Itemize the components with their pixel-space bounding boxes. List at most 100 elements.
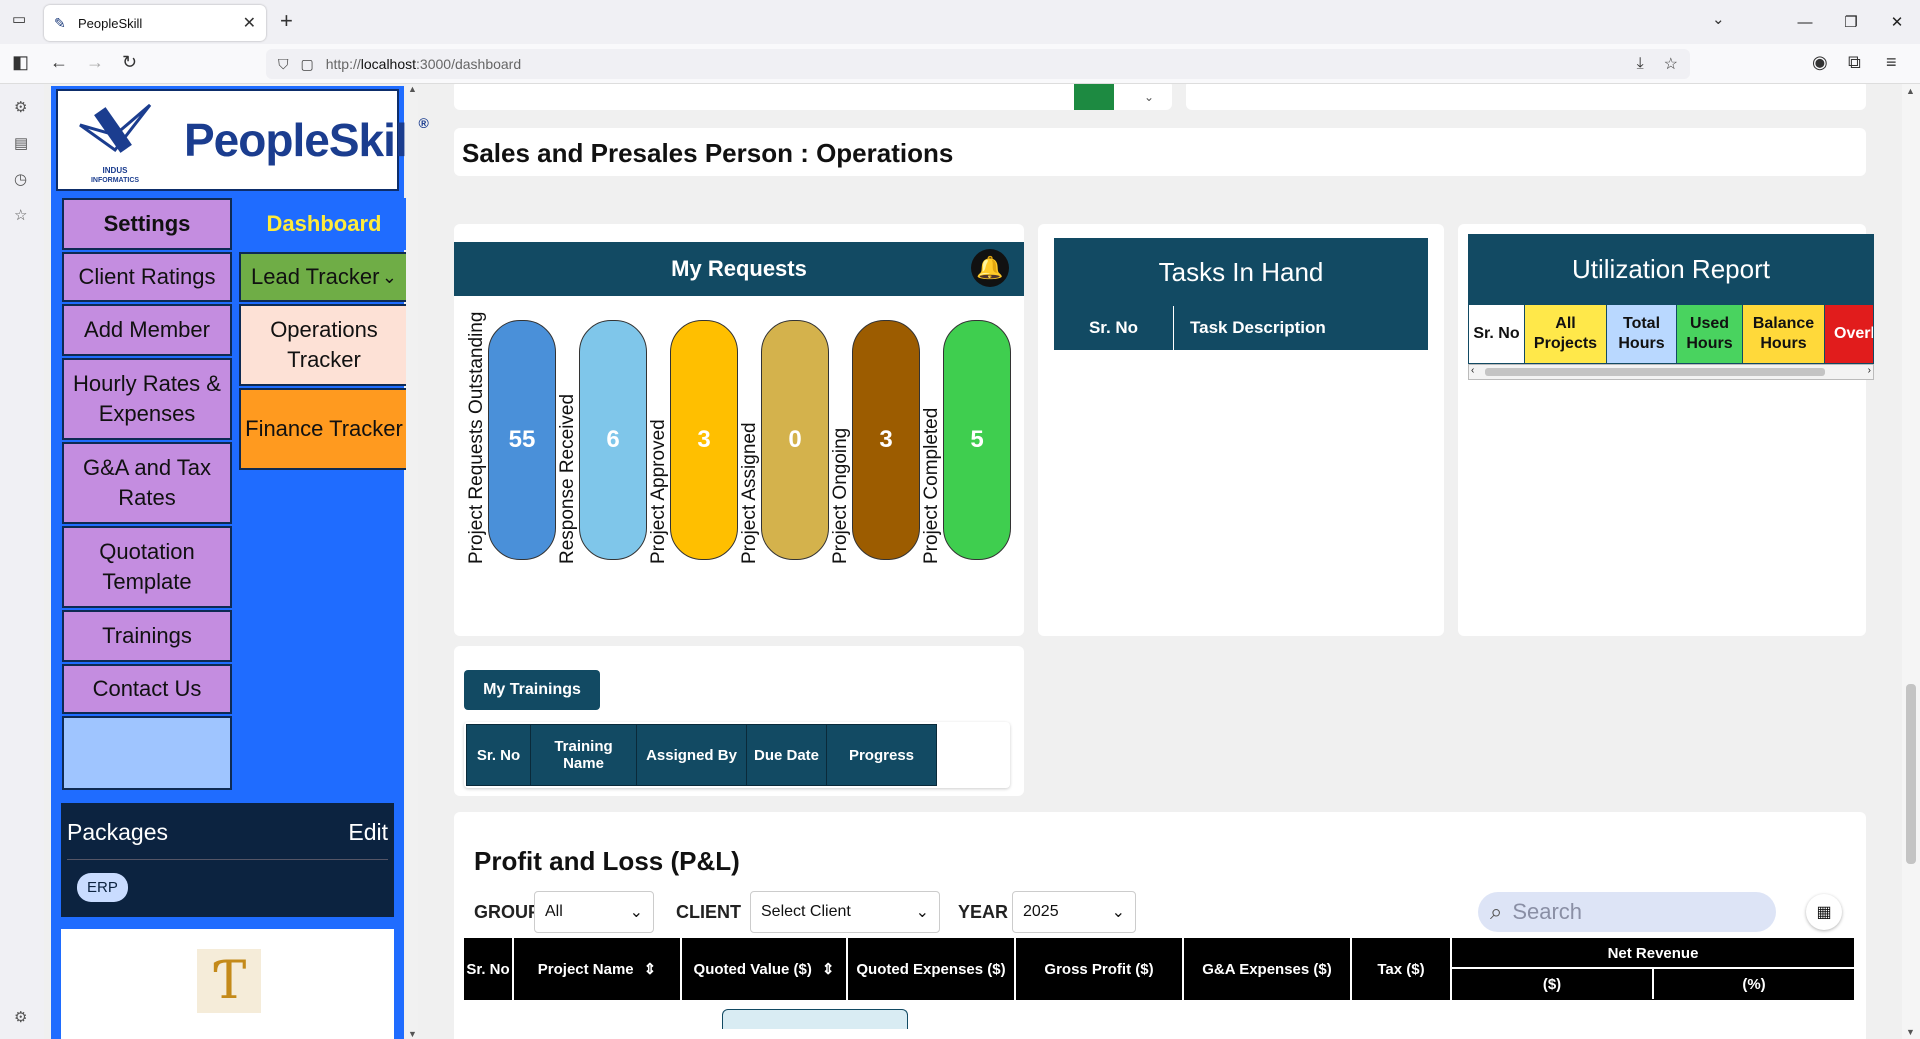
utilization-column-header: Overl: [1825, 305, 1873, 363]
svg-text:INFORMATICS: INFORMATICS: [91, 177, 139, 184]
client-label: CLIENT: [676, 902, 741, 922]
nav-client-ratings[interactable]: Client Ratings: [62, 252, 232, 302]
trainings-column-header: Training Name: [530, 724, 637, 786]
package-chip[interactable]: ERP: [77, 873, 128, 902]
page-scrollbar[interactable]: ▲ ▼: [1902, 84, 1920, 1039]
table-columns-icon[interactable]: ▦: [1806, 894, 1842, 930]
nav-ga-tax-rates[interactable]: G&A and Tax Rates: [62, 442, 232, 524]
tab-dropdown-icon[interactable]: ⌄: [1712, 10, 1725, 28]
request-count-pill[interactable]: 3: [670, 320, 738, 560]
pl-column-label: Quoted Value ($): [693, 960, 812, 978]
nav-finance-tracker[interactable]: Finance Tracker: [239, 388, 409, 470]
sort-icon[interactable]: ⇕: [644, 960, 657, 978]
nav-dashboard[interactable]: Dashboard: [239, 198, 409, 250]
scroll-right-icon[interactable]: ›: [1868, 365, 1871, 376]
utilization-column-header: Total Hours: [1607, 305, 1677, 363]
extensions-icon[interactable]: ⧉: [1848, 52, 1861, 73]
logo[interactable]: INDUS INFORMATICS PeopleSkill®: [56, 89, 429, 191]
restore-icon[interactable]: ❐: [1828, 0, 1874, 44]
trainings-table: Sr. No Training Name Assigned By Due Date Pr…: [466, 724, 937, 786]
search-input[interactable]: Search: [1512, 899, 1582, 925]
request-count-pill[interactable]: 3: [852, 320, 920, 560]
utilization-column-header: All Projects: [1525, 305, 1607, 363]
pl-title: Profit and Loss (P&L): [474, 846, 740, 876]
pl-column-label: Quoted Expenses ($): [856, 960, 1006, 978]
page: INDUS INFORMATICS PeopleSkill® Settings …: [44, 84, 1920, 1039]
pl-table-row-partial: [722, 1009, 908, 1029]
nav-contact-us[interactable]: Contact Us: [62, 664, 232, 714]
pl-column-header[interactable]: Quoted Value ($) ⇕: [682, 938, 848, 1000]
pl-column-header: G&A Expenses ($): [1184, 938, 1352, 1000]
previous-card-right: [1186, 84, 1866, 110]
new-tab-icon[interactable]: +: [280, 8, 293, 34]
tasks-col-description: Task Description: [1174, 306, 1428, 350]
tab-title: PeopleSkill: [78, 15, 143, 31]
pl-column-header: Net Revenue ($) (%): [1452, 938, 1856, 1000]
scroll-left-icon[interactable]: ‹: [1471, 365, 1474, 376]
tab-list-icon[interactable]: ▭: [12, 10, 26, 28]
request-count-pill[interactable]: 5: [943, 320, 1011, 560]
minimize-icon[interactable]: —: [1782, 0, 1828, 44]
nav-add-member[interactable]: Add Member: [62, 304, 232, 356]
nav-hourly-rates[interactable]: Hourly Rates & Expenses: [62, 358, 232, 440]
tasks-table-header: Sr. No Task Description: [1054, 306, 1428, 350]
pl-column-header: Tax ($): [1352, 938, 1452, 1000]
bell-icon[interactable]: 🔔: [971, 249, 1009, 287]
sync-icon[interactable]: ▤: [14, 134, 28, 152]
my-trainings-button[interactable]: My Trainings: [464, 670, 600, 710]
pl-column-header[interactable]: Project Name ⇕: [514, 938, 682, 1000]
nav-empty-slot: [62, 716, 232, 790]
menu-icon[interactable]: ≡: [1886, 52, 1897, 73]
logo-text: PeopleSkill®: [184, 114, 429, 166]
client-value: Select Client: [761, 903, 851, 920]
nav-scrollbar[interactable]: ▲ ▼: [406, 84, 418, 1039]
request-count-pill[interactable]: 55: [488, 320, 556, 560]
browser-navbar: ◧ ← → ↻ ⛉ ▢ http://localhost:3000/dashbo…: [0, 44, 1920, 84]
bookmarks-icon[interactable]: ☆: [14, 206, 27, 224]
chevron-down-icon: ⌄: [381, 267, 397, 287]
url-text: http://localhost:3000/dashboard: [325, 56, 522, 72]
save-page-icon[interactable]: ⤓: [1637, 55, 1644, 73]
nav-settings[interactable]: Settings: [62, 198, 232, 250]
bookmark-star-icon[interactable]: ☆: [1664, 54, 1678, 74]
reload-icon[interactable]: ↻: [122, 52, 137, 73]
account-icon[interactable]: ◉: [1812, 52, 1828, 73]
history-icon[interactable]: ◷: [14, 170, 27, 188]
group-select[interactable]: All ⌄: [534, 891, 654, 933]
nav-lead-tracker[interactable]: Lead Tracker ⌄: [239, 252, 409, 302]
settings-icon[interactable]: ⚙: [14, 1008, 27, 1026]
nav-trainings[interactable]: Trainings: [62, 610, 232, 662]
trainings-column-header: Sr. No: [466, 724, 531, 786]
nav-operations-tracker[interactable]: Operations Tracker: [239, 304, 409, 386]
packages-edit-link[interactable]: Edit: [348, 819, 388, 846]
tasks-card: Tasks In Hand Sr. No Task Description: [1038, 224, 1444, 636]
chevron-down-icon[interactable]: ⌄: [1144, 90, 1154, 104]
svg-text:INDUS: INDUS: [103, 166, 129, 175]
tasks-col-srno: Sr. No: [1054, 306, 1174, 350]
net-revenue-sub-header: ($): [1452, 969, 1654, 999]
sidebar-toggle-icon[interactable]: ◧: [12, 52, 29, 73]
nav-quotation-template[interactable]: Quotation Template: [62, 526, 232, 608]
favicon-icon: ✎: [54, 15, 66, 31]
close-window-icon[interactable]: ✕: [1874, 0, 1920, 44]
browser-tab[interactable]: ✎ PeopleSkill ✕: [44, 5, 266, 41]
request-count-pill[interactable]: 6: [579, 320, 647, 560]
address-bar[interactable]: ⛉ ▢ http://localhost:3000/dashboard ⤓ ☆: [266, 49, 1690, 79]
close-tab-icon[interactable]: ✕: [243, 13, 256, 33]
client-select[interactable]: Select Client ⌄: [750, 891, 940, 933]
brand-box: Ƭ: [61, 929, 394, 1039]
request-label: Project Ongoing: [830, 427, 851, 564]
ai-icon[interactable]: ⚙: [14, 98, 27, 116]
pl-card: Profit and Loss (P&L) GROUP All ⌄ CLIENT…: [454, 812, 1866, 1039]
year-select[interactable]: 2025 ⌄: [1012, 891, 1136, 933]
request-label: Project Completed: [921, 407, 942, 564]
utilization-title: Utilization Report: [1572, 253, 1770, 284]
utilization-hscroll[interactable]: ‹ ›: [1468, 364, 1874, 380]
sort-icon[interactable]: ⇕: [822, 960, 835, 978]
forward-icon[interactable]: →: [86, 52, 104, 73]
request-count-pill[interactable]: 0: [761, 320, 829, 560]
request-label: Project Approved: [648, 419, 669, 564]
back-icon[interactable]: ←: [50, 52, 68, 73]
utilization-table-header: Sr. No All Projects Total Hours Used Hours B…: [1468, 304, 1874, 364]
search-box[interactable]: ⌕ Search: [1478, 892, 1776, 932]
